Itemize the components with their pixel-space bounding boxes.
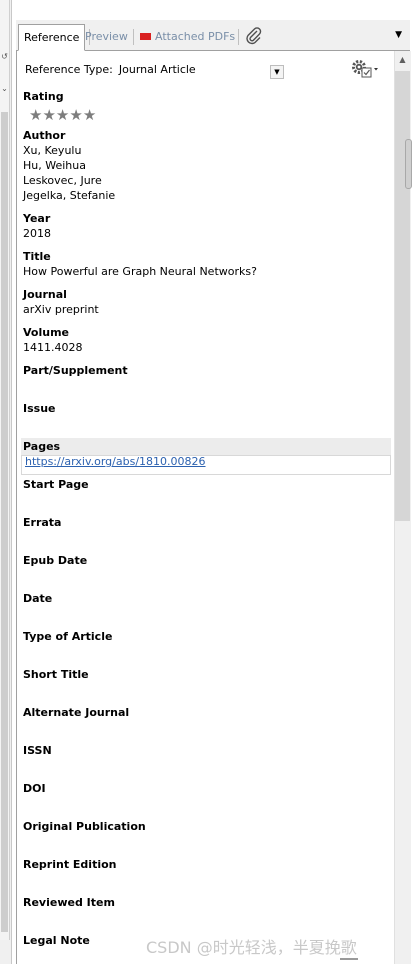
- author-value: Leskovec, Jure: [23, 174, 102, 187]
- author-value: Xu, Keyulu: [23, 144, 82, 157]
- pages-link[interactable]: https://arxiv.org/abs/1810.00826: [25, 455, 206, 468]
- reference-panel: Reference Type: Journal Article ▼ Rating …: [16, 51, 395, 964]
- original-publication-field[interactable]: Original Publication: [23, 819, 393, 834]
- field-label: Alternate Journal: [23, 706, 130, 719]
- tab-separator: [133, 29, 134, 45]
- paperclip-icon[interactable]: [244, 26, 264, 46]
- field-label: Date: [23, 592, 53, 605]
- volume-field[interactable]: Volume 1411.4028: [23, 325, 393, 355]
- issn-field[interactable]: ISSN: [23, 743, 393, 758]
- field-label: Pages: [23, 440, 61, 453]
- errata-field[interactable]: Errata: [23, 515, 393, 530]
- panel-menu-chevron-down-icon[interactable]: ▼: [395, 30, 402, 40]
- field-label: Journal: [23, 288, 67, 301]
- scroll-up-arrow-icon[interactable]: ▲: [395, 51, 410, 69]
- reference-type-label: Reference Type:: [25, 63, 113, 76]
- field-label: Part/Supplement: [23, 364, 128, 377]
- star-icon[interactable]: ★: [29, 106, 42, 124]
- field-label: Original Publication: [23, 820, 146, 833]
- star-icon[interactable]: ★: [83, 106, 96, 124]
- left-scroll-arrow-icon[interactable]: ⌄: [0, 82, 9, 96]
- star-icon[interactable]: ★: [42, 106, 55, 124]
- author-value: Jegelka, Stefanie: [23, 189, 116, 202]
- left-scroll-thumb[interactable]: [1, 112, 8, 932]
- left-pane-scrollbar[interactable]: ↺ ⌄: [0, 0, 10, 940]
- rating-label: Rating: [23, 90, 64, 103]
- field-label: Short Title: [23, 668, 89, 681]
- tab-reference[interactable]: Reference: [18, 24, 86, 51]
- tab-reference-label: Reference: [24, 31, 80, 44]
- left-scroll-up-icon[interactable]: ↺: [0, 50, 9, 64]
- tab-preview[interactable]: Preview: [80, 24, 133, 49]
- short-title-field[interactable]: Short Title: [23, 667, 393, 682]
- field-label: ISSN: [23, 744, 52, 757]
- gear-icon[interactable]: [350, 57, 380, 81]
- tab-bar: Reference Preview Attached PDFs ▼: [16, 20, 410, 51]
- alternate-journal-field[interactable]: Alternate Journal: [23, 705, 393, 720]
- field-label: Issue: [23, 402, 56, 415]
- field-label: Epub Date: [23, 554, 88, 567]
- field-label: Author: [23, 129, 66, 142]
- tab-attached-pdfs[interactable]: Attached PDFs: [135, 24, 240, 49]
- year-value: 2018: [23, 227, 51, 240]
- reference-type-row: Reference Type: Journal Article: [25, 63, 196, 76]
- pages-field[interactable]: Pages https://arxiv.org/abs/1810.00826: [23, 439, 393, 469]
- field-label: Year: [23, 212, 51, 225]
- author-value: Hu, Weihua: [23, 159, 86, 172]
- rating-stars[interactable]: ★★★★★: [29, 106, 96, 124]
- year-field[interactable]: Year 2018: [23, 211, 393, 241]
- part-supplement-field[interactable]: Part/Supplement: [23, 363, 393, 378]
- panel-scrollbar[interactable]: ▲: [394, 51, 412, 964]
- reference-type-value[interactable]: Journal Article: [119, 63, 196, 76]
- tab-attached-pdfs-label: Attached PDFs: [155, 30, 236, 43]
- tab-preview-label: Preview: [85, 30, 128, 43]
- issue-field[interactable]: Issue: [23, 401, 393, 416]
- author-field[interactable]: Author Xu, Keyulu Hu, Weihua Leskovec, J…: [23, 128, 393, 203]
- field-label: Title: [23, 250, 51, 263]
- field-label: Volume: [23, 326, 69, 339]
- title-value: How Powerful are Graph Neural Networks?: [23, 265, 257, 278]
- title-field[interactable]: Title How Powerful are Graph Neural Netw…: [23, 249, 393, 279]
- type-of-article-field[interactable]: Type of Article: [23, 629, 393, 644]
- tab-separator: [238, 29, 239, 45]
- field-label: DOI: [23, 782, 46, 795]
- doi-field[interactable]: DOI: [23, 781, 393, 796]
- field-label: Reviewed Item: [23, 896, 115, 909]
- pdf-icon: [140, 32, 151, 40]
- journal-field[interactable]: Journal arXiv preprint: [23, 287, 393, 317]
- left-pane-edge: ↺ ⌄: [0, 0, 12, 964]
- volume-value: 1411.4028: [23, 341, 83, 354]
- reviewed-item-field[interactable]: Reviewed Item: [23, 895, 393, 910]
- field-label: Start Page: [23, 478, 89, 491]
- reference-type-dropdown-chevron-down-icon[interactable]: ▼: [270, 65, 284, 79]
- star-icon[interactable]: ★: [69, 106, 82, 124]
- star-icon[interactable]: ★: [56, 106, 69, 124]
- rating-field: Rating: [23, 89, 393, 104]
- reprint-edition-field[interactable]: Reprint Edition: [23, 857, 393, 872]
- scroll-thumb[interactable]: [405, 139, 412, 189]
- field-label: Reprint Edition: [23, 858, 117, 871]
- watermark-text: CSDN @时光轻浅，半夏挽歌: [146, 938, 357, 957]
- field-label: Type of Article: [23, 630, 113, 643]
- field-label: Errata: [23, 516, 62, 529]
- start-page-field[interactable]: Start Page: [23, 477, 393, 492]
- journal-value: arXiv preprint: [23, 303, 99, 316]
- date-field[interactable]: Date: [23, 591, 393, 606]
- bottom-grip: [340, 958, 358, 960]
- epub-date-field[interactable]: Epub Date: [23, 553, 393, 568]
